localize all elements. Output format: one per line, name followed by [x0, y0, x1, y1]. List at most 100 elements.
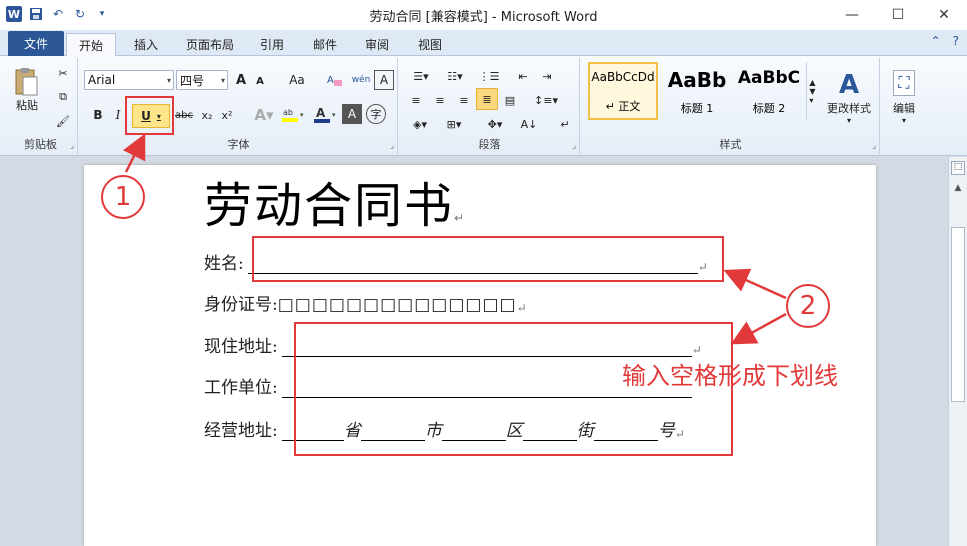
strikethrough-button[interactable]: abc: [172, 104, 196, 126]
shading-icon[interactable]: ◈▾: [406, 114, 434, 134]
document-title-text: 劳动合同书: [204, 178, 455, 234]
window-title: 劳动合同 [兼容模式] - Microsoft Word: [369, 10, 598, 25]
clipboard-group: 粘贴 ✂ ⧉ 🖌 剪贴板 ⌟: [4, 58, 78, 154]
minimize-ribbon-icon[interactable]: ⌃: [931, 34, 941, 48]
id-boxes[interactable]: □□□□□□□□□□□□□□: [278, 295, 517, 315]
clipboard-group-label: 剪贴板: [24, 138, 57, 151]
style-normal[interactable]: AaBbCcDd ↵ 正文: [588, 62, 658, 120]
styles-launcher-icon[interactable]: ⌟: [872, 141, 876, 150]
change-case-button[interactable]: Aa: [284, 70, 310, 90]
paste-label: 粘贴: [16, 99, 38, 112]
borders-icon[interactable]: ⊞▾: [440, 114, 468, 134]
style-heading-2-label: 标题 2: [752, 102, 786, 115]
editing-button[interactable]: ⛶ 编辑 ▾: [886, 62, 922, 132]
grow-font-button[interactable]: A: [232, 70, 250, 90]
tab-page-layout[interactable]: 页面布局: [178, 33, 242, 56]
maximize-button[interactable]: ☐: [875, 0, 921, 30]
style-heading-1-label: 标题 1: [680, 102, 714, 115]
bold-button[interactable]: B: [88, 104, 108, 126]
clear-formatting-icon[interactable]: A: [324, 70, 346, 90]
change-styles-button[interactable]: A 更改样式 ▾: [822, 62, 876, 132]
decrease-indent-icon[interactable]: ⇤: [512, 66, 534, 86]
numbering-icon[interactable]: ☷▾: [440, 66, 470, 86]
tab-review[interactable]: 审阅: [357, 33, 397, 56]
change-styles-label: 更改样式: [827, 101, 871, 115]
document-title[interactable]: 劳动合同书↵: [204, 166, 466, 236]
font-group-label: 字体: [227, 138, 250, 151]
id-row[interactable]: 身份证号: □□□□□□□□□□□□□□ ↵: [204, 290, 527, 315]
shrink-font-button[interactable]: A: [252, 72, 268, 90]
font-color-icon[interactable]: A ▾: [312, 104, 340, 126]
paragraph-group: ☰▾ ☷▾ ⋮☰ ⇤ ⇥ ≡ ≡ ≡ ≣ ▤ ↕≡▾ ◈▾ ⊞▾ ✥▾ A↓ ↵…: [400, 58, 580, 154]
left-gutter: [0, 157, 84, 546]
svg-text:▾: ▾: [332, 111, 336, 119]
clipboard-launcher-icon[interactable]: ⌟: [70, 141, 74, 150]
paragraph-mark: ↵: [454, 211, 467, 225]
cut-icon[interactable]: ✂: [54, 64, 72, 82]
sort-icon[interactable]: A↓: [518, 114, 540, 134]
style-heading-2[interactable]: AaBbC 标题 2: [734, 62, 804, 120]
font-size-select[interactable]: 四号 ▾: [176, 70, 228, 90]
id-label: 身份证号:: [204, 295, 278, 315]
paste-button[interactable]: 粘贴: [10, 62, 44, 118]
style-normal-label: ↵ 正文: [605, 100, 641, 113]
svg-text:A: A: [316, 106, 326, 120]
tab-references[interactable]: 引用: [252, 33, 292, 56]
format-painter-icon[interactable]: 🖌: [54, 112, 72, 130]
annotation-note: 输入空格形成下划线: [622, 362, 838, 390]
styles-scroll-icon[interactable]: ▲ ▼ ▾: [806, 62, 818, 120]
ribbon-tab-row: 文件 开始 插入 页面布局 引用 邮件 审阅 视图 ⌃ ?: [0, 30, 967, 57]
subscript-button[interactable]: x₂: [198, 104, 216, 126]
tab-mailings[interactable]: 邮件: [305, 33, 345, 56]
align-center-icon[interactable]: ≡: [430, 90, 450, 110]
enclose-characters-icon[interactable]: 字: [366, 104, 386, 124]
text-direction-icon[interactable]: ✥▾: [480, 114, 510, 134]
copy-icon[interactable]: ⧉: [54, 88, 72, 106]
style-normal-preview: AaBbCcDd: [591, 70, 655, 84]
show-marks-icon[interactable]: ↵: [556, 114, 574, 134]
multilevel-list-icon[interactable]: ⋮☰: [474, 66, 504, 86]
italic-button[interactable]: I: [110, 104, 126, 126]
scroll-thumb[interactable]: [951, 227, 965, 402]
vertical-scrollbar[interactable]: ⬚ ▲: [948, 157, 967, 546]
split-box-icon[interactable]: ⬚: [951, 161, 965, 175]
tab-view[interactable]: 视图: [410, 33, 450, 56]
editing-group: ⛶ 编辑 ▾: [882, 58, 926, 154]
underline-highlight-box: [125, 96, 174, 135]
window-controls: — ☐ ✕: [829, 0, 967, 30]
paste-icon: [15, 68, 38, 96]
text-effects-icon[interactable]: A▾: [250, 104, 278, 126]
tab-home[interactable]: 开始: [66, 33, 116, 57]
phonetic-guide-icon[interactable]: wén: [350, 70, 372, 90]
help-icon[interactable]: ?: [953, 34, 959, 48]
chevron-down-icon: ▾: [220, 75, 225, 85]
minimize-button[interactable]: —: [829, 0, 875, 30]
font-name-value: Arial: [88, 73, 116, 87]
scroll-up-icon[interactable]: ▲: [951, 183, 965, 193]
justify-icon[interactable]: ≣: [476, 88, 498, 110]
align-left-icon[interactable]: ≡: [406, 90, 426, 110]
title-bar: W ↶ ↻ ▾ 劳动合同 [兼容模式] - Microsoft Word — ☐…: [0, 0, 967, 30]
character-shading-icon[interactable]: A: [342, 104, 362, 124]
bullets-icon[interactable]: ☰▾: [406, 66, 436, 86]
align-right-icon[interactable]: ≡: [454, 90, 474, 110]
svg-text:ab: ab: [283, 108, 293, 117]
close-button[interactable]: ✕: [921, 0, 967, 30]
font-name-select[interactable]: Arial ▾: [84, 70, 174, 90]
tab-file[interactable]: 文件: [8, 31, 64, 56]
increase-indent-icon[interactable]: ⇥: [536, 66, 558, 86]
highlight-color-icon[interactable]: ab ▾: [280, 104, 308, 126]
tab-insert[interactable]: 插入: [126, 33, 166, 56]
chevron-down-icon: ▾: [846, 115, 851, 125]
superscript-button[interactable]: x²: [218, 104, 236, 126]
font-launcher-icon[interactable]: ⌟: [390, 141, 394, 150]
paragraph-launcher-icon[interactable]: ⌟: [572, 141, 576, 150]
line-spacing-icon[interactable]: ↕≡▾: [532, 90, 560, 110]
work-label: 工作单位:: [204, 378, 278, 398]
style-heading-2-preview: AaBbC: [737, 68, 801, 88]
ribbon-right-icons: ⌃ ?: [931, 34, 959, 48]
distributed-icon[interactable]: ▤: [500, 90, 520, 110]
character-border-icon[interactable]: A: [374, 70, 394, 90]
style-heading-1[interactable]: AaBb 标题 1: [662, 62, 732, 120]
styles-group-label: 样式: [719, 138, 742, 151]
